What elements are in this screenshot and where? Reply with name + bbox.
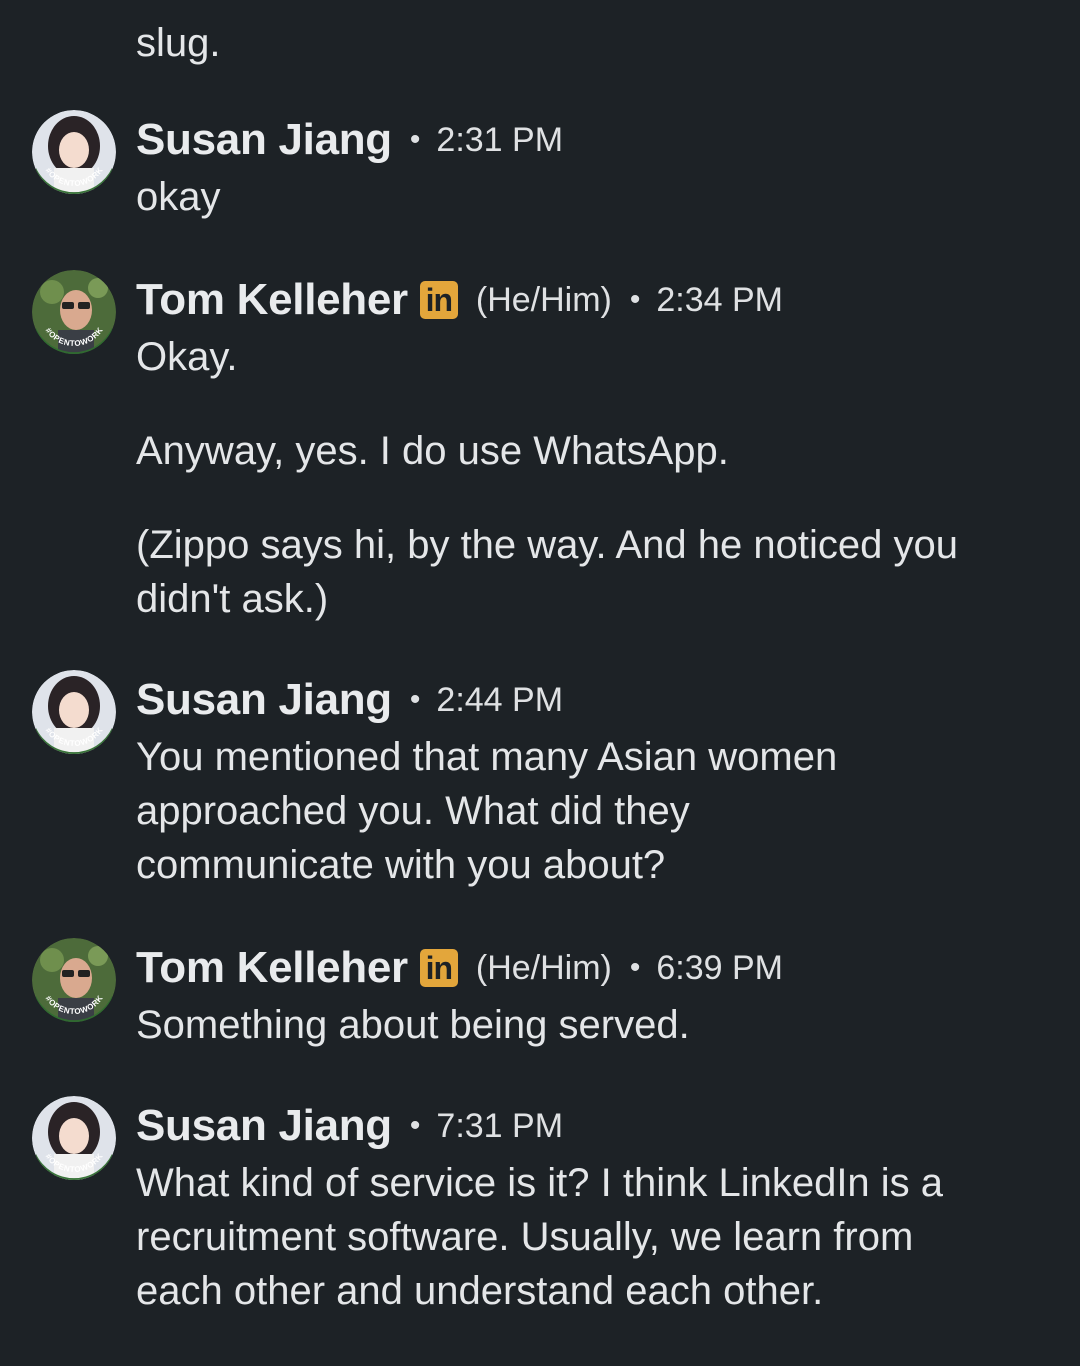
- sender-name[interactable]: Susan Jiang: [136, 115, 392, 165]
- message-text: You mentioned that many Asian women appr…: [136, 735, 838, 887]
- linkedin-premium-icon: in: [419, 949, 458, 987]
- avatar-susan[interactable]: #OPENTOWORK: [32, 1096, 116, 1180]
- message-text: Anyway, yes. I do use WhatsApp.: [136, 429, 729, 473]
- separator-dot: •: [629, 283, 641, 316]
- timestamp: 2:44 PM: [436, 680, 564, 719]
- avatar-tom[interactable]: #OPENTOWORK: [32, 938, 116, 1022]
- avatar-susan[interactable]: #OPENTOWORK: [32, 670, 116, 754]
- message-text: Something about being served.: [136, 1003, 690, 1047]
- previous-message-text: slug.: [136, 21, 221, 65]
- sender-name[interactable]: Susan Jiang: [136, 675, 392, 725]
- message-header: Susan Jiang • 2:44 PM: [136, 672, 563, 728]
- separator-dot: •: [629, 951, 641, 984]
- message-header: Tom Kelleher in (He/Him) • 6:39 PM: [136, 940, 783, 996]
- separator-dot: •: [409, 683, 421, 716]
- pronouns: (He/Him): [475, 948, 612, 987]
- pronouns: (He/Him): [475, 280, 612, 319]
- timestamp: 6:39 PM: [656, 948, 783, 987]
- message-header: Susan Jiang • 7:31 PM: [136, 1098, 563, 1154]
- avatar-susan[interactable]: #OPENTOWORK: [32, 110, 116, 194]
- sender-name[interactable]: Tom Kelleher: [136, 275, 408, 325]
- message-text: (Zippo says hi, by the way. And he notic…: [136, 523, 958, 621]
- previous-message-fragment: slug.: [136, 16, 221, 70]
- separator-dot: •: [409, 1109, 421, 1142]
- message-body: okay: [136, 170, 1036, 224]
- message-header: Tom Kelleher in (He/Him) • 2:34 PM: [136, 272, 783, 328]
- message-text: What kind of service is it? I think Link…: [136, 1161, 944, 1313]
- separator-dot: •: [409, 123, 421, 156]
- avatar-tom-image: #OPENTOWORK: [32, 270, 116, 354]
- avatar-tom-image: #OPENTOWORK: [32, 938, 116, 1022]
- avatar-susan-image: #OPENTOWORK: [32, 110, 116, 194]
- message-header: Susan Jiang • 2:31 PM: [136, 112, 563, 168]
- message-body: You mentioned that many Asian women appr…: [136, 730, 936, 892]
- message-text: okay: [136, 175, 221, 219]
- avatar-tom[interactable]: #OPENTOWORK: [32, 270, 116, 354]
- message-text: Okay.: [136, 335, 238, 379]
- message-body: What kind of service is it? I think Link…: [136, 1156, 996, 1318]
- avatar-susan-image: #OPENTOWORK: [32, 670, 116, 754]
- message-body: Okay. Anyway, yes. I do use WhatsApp. (Z…: [136, 330, 1036, 626]
- sender-name[interactable]: Susan Jiang: [136, 1101, 392, 1151]
- linkedin-premium-icon: in: [419, 281, 458, 319]
- sender-name[interactable]: Tom Kelleher: [136, 943, 408, 993]
- timestamp: 2:31 PM: [436, 120, 564, 159]
- avatar-susan-image: #OPENTOWORK: [32, 1096, 116, 1180]
- message-body: Something about being served.: [136, 998, 1036, 1052]
- timestamp: 7:31 PM: [436, 1106, 564, 1145]
- timestamp: 2:34 PM: [656, 280, 783, 319]
